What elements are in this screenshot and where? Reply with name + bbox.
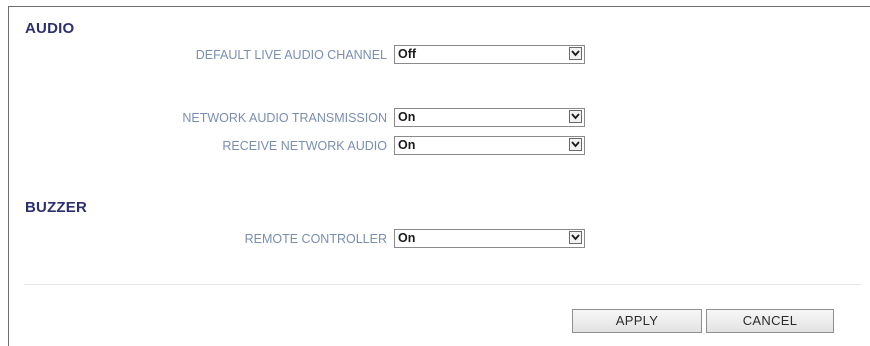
chevron-down-icon[interactable]: [569, 231, 582, 244]
network-audio-transmission-label: NETWORK AUDIO TRANSMISSION: [182, 111, 387, 125]
remote-controller-select[interactable]: On: [394, 229, 585, 248]
network-audio-transmission-select[interactable]: On: [394, 108, 585, 127]
remote-controller-label: REMOTE CONTROLLER: [244, 232, 387, 246]
receive-network-audio-select[interactable]: On: [394, 136, 585, 155]
default-live-audio-channel-row: DEFAULT LIVE AUDIO CHANNEL Off: [0, 45, 620, 65]
default-live-audio-channel-select[interactable]: Off: [394, 45, 585, 64]
audio-section-title: AUDIO: [25, 20, 75, 37]
chevron-down-icon[interactable]: [569, 47, 582, 60]
network-audio-transmission-row: NETWORK AUDIO TRANSMISSION On: [0, 108, 620, 128]
receive-network-audio-row: RECEIVE NETWORK AUDIO On: [0, 136, 620, 156]
receive-network-audio-label: RECEIVE NETWORK AUDIO: [222, 139, 387, 153]
remote-controller-value: On: [398, 231, 416, 245]
divider: [25, 284, 861, 285]
default-live-audio-channel-label: DEFAULT LIVE AUDIO CHANNEL: [195, 48, 387, 62]
buzzer-section-title: BUZZER: [25, 199, 88, 216]
chevron-down-icon[interactable]: [569, 138, 582, 151]
default-live-audio-channel-value: Off: [398, 47, 417, 61]
remote-controller-row: REMOTE CONTROLLER On: [0, 229, 620, 249]
chevron-down-icon[interactable]: [569, 110, 582, 123]
cancel-button[interactable]: CANCEL: [706, 309, 834, 333]
apply-button[interactable]: APPLY: [572, 309, 702, 333]
receive-network-audio-value: On: [398, 138, 416, 152]
network-audio-transmission-value: On: [398, 110, 416, 124]
